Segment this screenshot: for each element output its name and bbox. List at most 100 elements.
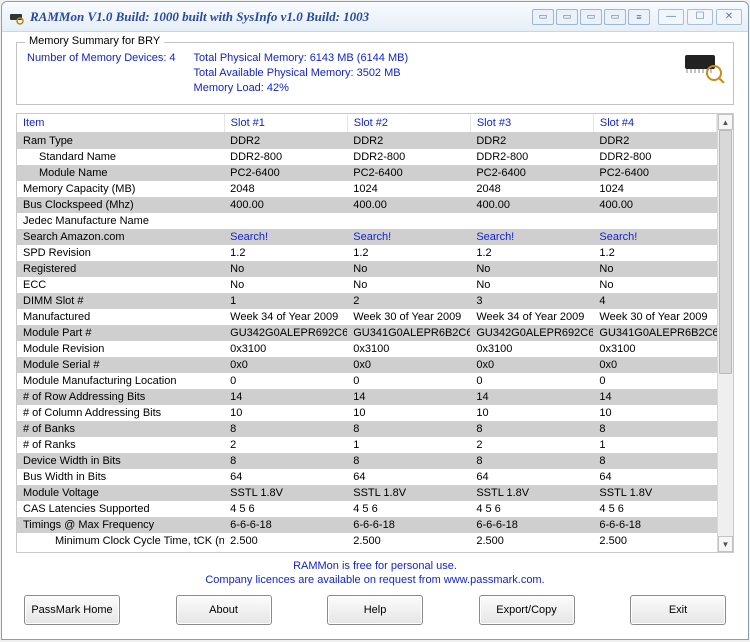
table-row[interactable]: DIMM Slot #1234 bbox=[17, 293, 717, 309]
cell-slot4: SSTL 1.8V bbox=[593, 485, 716, 501]
search-link-slot1[interactable]: Search! bbox=[224, 229, 347, 245]
table-row[interactable]: ECCNoNoNoNo bbox=[17, 277, 717, 293]
row-label: Module Manufacturing Location bbox=[17, 373, 224, 389]
cell-slot3: 8 bbox=[470, 453, 593, 469]
row-label: Module Voltage bbox=[17, 485, 224, 501]
help-button[interactable]: Help bbox=[327, 595, 423, 625]
col-slot2[interactable]: Slot #2 bbox=[347, 114, 470, 133]
aux-btn-1[interactable]: ▭ bbox=[532, 9, 554, 25]
table-row[interactable]: Standard NameDDR2-800DDR2-800DDR2-800DDR… bbox=[17, 149, 717, 165]
exit-button[interactable]: Exit bbox=[630, 595, 726, 625]
cell-slot4: DDR2-800 bbox=[593, 149, 716, 165]
summary-total-available: Total Available Physical Memory: 3502 MB bbox=[194, 66, 409, 81]
search-link-slot2[interactable]: Search! bbox=[347, 229, 470, 245]
table-row[interactable]: Module Revision0x31000x31000x31000x3100 bbox=[17, 341, 717, 357]
memory-summary-box: Memory Summary for BRY Number of Memory … bbox=[16, 42, 734, 105]
row-label: Jedec Manufacture Name bbox=[17, 213, 224, 229]
cell-slot3: 0x3100 bbox=[470, 341, 593, 357]
vertical-scrollbar[interactable]: ▲ ▼ bbox=[717, 114, 733, 552]
col-slot3[interactable]: Slot #3 bbox=[470, 114, 593, 133]
footer-line1: RAMMon is free for personal use. bbox=[12, 559, 738, 573]
scroll-down-arrow-icon[interactable]: ▼ bbox=[718, 536, 733, 552]
cell-slot3: 6-6-6-18 bbox=[470, 517, 593, 533]
search-link-slot4[interactable]: Search! bbox=[593, 229, 716, 245]
cell-slot1: 6-6-6-18 bbox=[224, 517, 347, 533]
cell-slot1: 0 bbox=[224, 373, 347, 389]
app-window: RAMMon V1.0 Build: 1000 built with SysIn… bbox=[1, 1, 749, 640]
cell-slot4: 400.00 bbox=[593, 197, 716, 213]
table-row[interactable]: Bus Width in Bits64646464 bbox=[17, 469, 717, 485]
table-row[interactable]: Module NamePC2-6400PC2-6400PC2-6400PC2-6… bbox=[17, 165, 717, 181]
table-row[interactable]: # of Ranks2121 bbox=[17, 437, 717, 453]
cell-slot2: 6-6-6-18 bbox=[347, 517, 470, 533]
row-label: Manufactured bbox=[17, 309, 224, 325]
scroll-up-arrow-icon[interactable]: ▲ bbox=[718, 114, 733, 130]
aux-btn-5[interactable]: ≡ bbox=[628, 9, 650, 25]
minimize-button[interactable]: — bbox=[658, 9, 684, 25]
table-row[interactable]: Ram TypeDDR2DDR2DDR2DDR2 bbox=[17, 133, 717, 150]
cell-slot3: 0 bbox=[470, 373, 593, 389]
cell-slot3: 10 bbox=[470, 405, 593, 421]
table-row[interactable]: # of Row Addressing Bits14141414 bbox=[17, 389, 717, 405]
table-row[interactable]: ManufacturedWeek 34 of Year 2009Week 30 … bbox=[17, 309, 717, 325]
table-row[interactable]: Memory Capacity (MB)2048102420481024 bbox=[17, 181, 717, 197]
cell-slot2: GU341G0ALEPR6B2C6F bbox=[347, 325, 470, 341]
row-label: Module Part # bbox=[17, 325, 224, 341]
cell-slot1: GU342G0ALEPR692C6F bbox=[224, 325, 347, 341]
table-row[interactable]: Device Width in Bits8888 bbox=[17, 453, 717, 469]
cell-slot1: 4 5 6 bbox=[224, 501, 347, 517]
cell-slot1: 2 bbox=[224, 437, 347, 453]
cell-slot4: No bbox=[593, 261, 716, 277]
table-row[interactable]: RegisteredNoNoNoNo bbox=[17, 261, 717, 277]
cell-slot3: No bbox=[470, 261, 593, 277]
row-label: # of Row Addressing Bits bbox=[17, 389, 224, 405]
col-slot1[interactable]: Slot #1 bbox=[224, 114, 347, 133]
table-row[interactable]: Module VoltageSSTL 1.8VSSTL 1.8VSSTL 1.8… bbox=[17, 485, 717, 501]
col-slot4[interactable]: Slot #4 bbox=[593, 114, 716, 133]
table-row[interactable]: # of Column Addressing Bits10101010 bbox=[17, 405, 717, 421]
cell-slot2: 2 bbox=[347, 293, 470, 309]
table-row[interactable]: Jedec Manufacture Name bbox=[17, 213, 717, 229]
cell-slot2: PC2-6400 bbox=[347, 165, 470, 181]
row-label: Minimum Clock Cycle Time, tCK (ns) bbox=[17, 533, 224, 549]
row-label: # of Ranks bbox=[17, 437, 224, 453]
cell-slot2: 0x3100 bbox=[347, 341, 470, 357]
export-copy-button[interactable]: Export/Copy bbox=[479, 595, 575, 625]
scroll-thumb[interactable] bbox=[719, 130, 732, 374]
table-row[interactable]: Timings @ Max Frequency6-6-6-186-6-6-186… bbox=[17, 517, 717, 533]
aux-btn-3[interactable]: ▭ bbox=[580, 9, 602, 25]
cell-slot4: 8 bbox=[593, 421, 716, 437]
table-row[interactable]: # of Banks8888 bbox=[17, 421, 717, 437]
table-row[interactable]: Search Amazon.comSearch!Search!Search!Se… bbox=[17, 229, 717, 245]
close-button[interactable]: ✕ bbox=[716, 9, 742, 25]
maximize-button[interactable]: ☐ bbox=[687, 9, 713, 25]
table-row[interactable]: Module Part #GU342G0ALEPR692C6FGU341G0AL… bbox=[17, 325, 717, 341]
scroll-track[interactable] bbox=[718, 130, 733, 536]
table-row[interactable]: Minimum Clock Cycle Time, tCK (ns)2.5002… bbox=[17, 533, 717, 549]
table-row[interactable]: Module Serial #0x00x00x00x0 bbox=[17, 357, 717, 373]
cell-slot1: 2.500 bbox=[224, 533, 347, 549]
cell-slot2: No bbox=[347, 277, 470, 293]
cell-slot2: DDR2 bbox=[347, 133, 470, 150]
aux-btn-4[interactable]: ▭ bbox=[604, 9, 626, 25]
cell-slot1: No bbox=[224, 277, 347, 293]
cell-slot2: 1 bbox=[347, 437, 470, 453]
footer-buttons: PassMark Home About Help Export/Copy Exi… bbox=[12, 595, 738, 631]
titlebar[interactable]: RAMMon V1.0 Build: 1000 built with SysIn… bbox=[2, 2, 748, 32]
about-button[interactable]: About bbox=[176, 595, 272, 625]
cell-slot1: 0x3100 bbox=[224, 341, 347, 357]
table-row[interactable]: Module Manufacturing Location0000 bbox=[17, 373, 717, 389]
table-row[interactable]: SPD Revision1.21.21.21.2 bbox=[17, 245, 717, 261]
cell-slot3 bbox=[470, 213, 593, 229]
table-row[interactable]: Bus Clockspeed (Mhz)400.00400.00400.0040… bbox=[17, 197, 717, 213]
cell-slot2: 0 bbox=[347, 373, 470, 389]
table-row[interactable]: CAS Latencies Supported4 5 64 5 64 5 64 … bbox=[17, 501, 717, 517]
row-label: ECC bbox=[17, 277, 224, 293]
passmark-home-button[interactable]: PassMark Home bbox=[24, 595, 120, 625]
cell-slot3: 4 5 6 bbox=[470, 501, 593, 517]
cell-slot1 bbox=[224, 213, 347, 229]
cell-slot4: Week 30 of Year 2009 bbox=[593, 309, 716, 325]
search-link-slot3[interactable]: Search! bbox=[470, 229, 593, 245]
col-item[interactable]: Item bbox=[17, 114, 224, 133]
aux-btn-2[interactable]: ▭ bbox=[556, 9, 578, 25]
